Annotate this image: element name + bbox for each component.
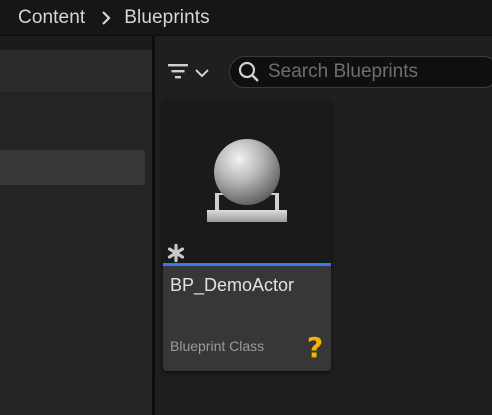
search-icon	[238, 61, 260, 83]
sources-panel-header	[0, 50, 152, 92]
help-icon: ?	[306, 331, 324, 364]
asterisk-icon	[166, 243, 186, 263]
actor-sphere-icon	[207, 139, 287, 222]
filter-icon	[167, 61, 191, 86]
asset-toolbar	[155, 50, 492, 94]
asset-name: BP_DemoActor	[170, 275, 295, 295]
chevron-right-icon	[101, 10, 111, 25]
asset-tile[interactable]: BP_DemoActor Blueprint Class ?	[163, 100, 331, 371]
sources-panel	[0, 50, 152, 415]
asset-type-color-bar	[163, 263, 331, 266]
content-browser: Content Blueprints Search Blueprints BP_…	[0, 0, 492, 415]
chevron-down-icon	[195, 68, 209, 78]
breadcrumb: Content Blueprints	[0, 0, 492, 36]
breadcrumb-item-blueprints[interactable]: Blueprints	[124, 7, 210, 29]
asset-thumbnail	[163, 100, 331, 263]
folder-tree-selected-item[interactable]	[0, 150, 145, 185]
search-input[interactable]	[268, 61, 492, 83]
asset-type-label: Blueprint Class	[170, 338, 265, 354]
breadcrumb-item-content[interactable]: Content	[18, 7, 85, 29]
search-box	[229, 56, 492, 88]
filter-button[interactable]	[167, 58, 217, 88]
